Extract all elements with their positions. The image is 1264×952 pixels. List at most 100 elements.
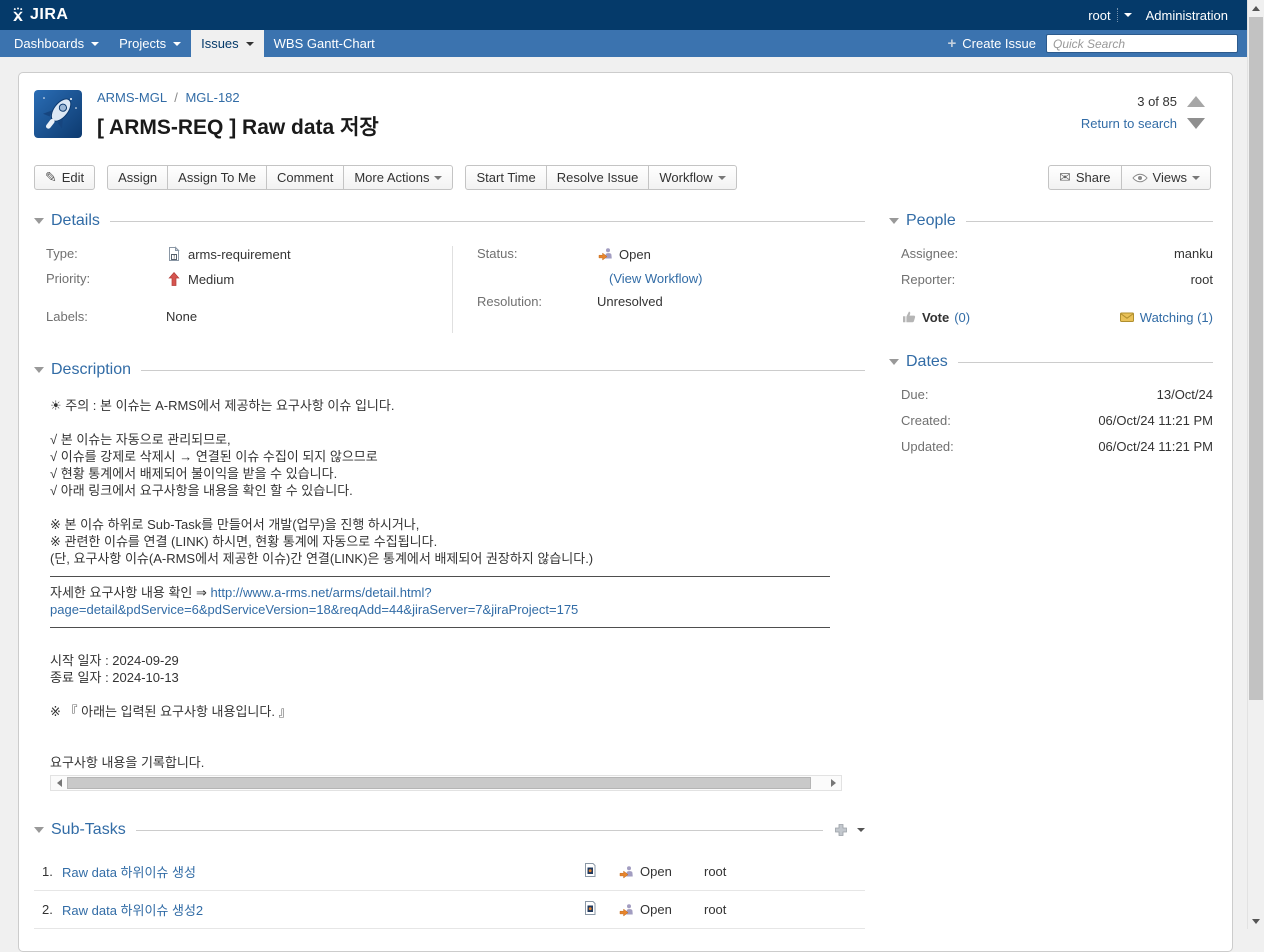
administration-link[interactable]: Administration (1146, 8, 1228, 23)
priority-value: Medium (188, 272, 234, 287)
scroll-left-arrow-icon[interactable] (51, 776, 67, 790)
dates-section-title: Dates (906, 353, 948, 371)
pager-position: 3 of 85 (1137, 94, 1177, 109)
next-issue-arrow-icon[interactable] (1187, 118, 1205, 129)
status-open-icon (597, 246, 613, 262)
created-label: Created: (901, 413, 951, 428)
vertical-scrollbar-thumb[interactable] (1249, 17, 1263, 700)
eye-icon (1132, 170, 1148, 186)
breadcrumb-separator: / (174, 90, 178, 105)
subtask-assignee: root (704, 902, 726, 917)
assign-to-me-button[interactable]: Assign To Me (167, 165, 267, 190)
edit-button[interactable]: ✎ Edit (34, 165, 95, 190)
more-actions-button[interactable]: More Actions (343, 165, 453, 190)
views-button[interactable]: Views (1121, 165, 1211, 190)
subtask-title-link[interactable]: Raw data 하위이슈 생성2 (62, 900, 582, 919)
description-horizontal-scrollbar[interactable] (50, 775, 842, 791)
nav-dashboards[interactable]: Dashboards (4, 30, 109, 57)
assignee-label: Assignee: (901, 246, 958, 261)
user-name: root (1088, 8, 1110, 23)
chevron-down-icon (1192, 176, 1200, 184)
watching-link[interactable]: Watching (1) (1119, 309, 1213, 325)
vote-link[interactable]: Vote (0) (901, 309, 970, 325)
collapse-triangle-icon[interactable] (34, 367, 44, 373)
labels-value: None (166, 309, 197, 324)
status-label: Status: (465, 246, 597, 261)
scroll-up-arrow-icon[interactable] (1248, 0, 1264, 16)
status-open-icon (618, 864, 634, 880)
description-line: 시작 일자 : 2024-09-29 (50, 652, 842, 669)
nav-label: Issues (201, 36, 239, 51)
requirement-detail-link[interactable]: http://www.a-rms.net/arms/detail.html? (211, 585, 432, 600)
edit-label: Edit (62, 170, 84, 185)
collapse-triangle-icon[interactable] (34, 827, 44, 833)
envelope-icon: ✉ (1059, 169, 1071, 186)
nav-label: WBS Gantt-Chart (274, 36, 375, 51)
nav-projects[interactable]: Projects (109, 30, 191, 57)
chevron-down-icon (246, 42, 254, 50)
thumbs-up-icon (901, 309, 917, 325)
add-subtask-plus-icon[interactable] (833, 822, 849, 838)
description-line: √ 이슈를 강제로 삭제시 → 연결된 이슈 수집이 되지 않으므로 (50, 448, 842, 465)
status-open-icon (618, 902, 634, 918)
views-label: Views (1153, 170, 1187, 185)
return-to-search-link[interactable]: Return to search (1081, 116, 1177, 131)
blank-line (50, 414, 842, 431)
status-value: Open (619, 247, 651, 262)
subtask-options-chevron-icon[interactable] (857, 828, 865, 836)
nav-wbs-gantt-chart[interactable]: WBS Gantt-Chart (264, 30, 385, 57)
subtask-number: 1. (34, 864, 62, 879)
priority-medium-icon (166, 271, 182, 287)
divider (110, 221, 865, 222)
blank-line (50, 686, 842, 703)
svg-text:I: I (173, 255, 175, 261)
create-issue-button[interactable]: + Create Issue (938, 30, 1046, 57)
horizontal-scrollbar-thumb[interactable] (67, 777, 811, 789)
start-time-button[interactable]: Start Time (465, 165, 546, 190)
breadcrumb-project-link[interactable]: ARMS-MGL (97, 90, 167, 105)
collapse-triangle-icon[interactable] (889, 359, 899, 365)
subtask-title-link[interactable]: Raw data 하위이슈 생성 (62, 862, 582, 881)
description-link-line2: page=detail&pdService=6&pdServiceVersion… (50, 601, 842, 618)
subtasks-section: Sub-Tasks 1. Raw data 하위이슈 생성 (34, 821, 865, 929)
description-line: √ 본 이슈는 자동으로 관리되므로, (50, 431, 842, 448)
created-value: 06/Oct/24 11:21 PM (1098, 413, 1213, 428)
breadcrumb-issue-link[interactable]: MGL-182 (185, 90, 239, 105)
labels-label: Labels: (34, 309, 166, 324)
nav-issues[interactable]: Issues (191, 30, 264, 57)
people-section-title: People (906, 212, 956, 230)
user-menu[interactable]: root (1088, 8, 1131, 23)
share-button[interactable]: ✉ Share (1048, 165, 1121, 190)
details-section-title: Details (51, 212, 100, 230)
page-vertical-scrollbar[interactable] (1247, 0, 1264, 929)
plus-icon: + (948, 35, 957, 52)
resolution-label: Resolution: (465, 294, 597, 309)
collapse-triangle-icon[interactable] (889, 218, 899, 224)
collapse-triangle-icon[interactable] (34, 218, 44, 224)
workflow-button-group: Start Time Resolve Issue Workflow (465, 165, 736, 190)
view-workflow-link[interactable]: (View Workflow) (609, 271, 702, 286)
spacer (385, 30, 938, 57)
assign-button[interactable]: Assign (107, 165, 168, 190)
logo-text: JIRA (30, 6, 68, 24)
comment-button[interactable]: Comment (266, 165, 344, 190)
jira-logo[interactable]: JIRA (10, 6, 68, 24)
resolution-value: Unresolved (597, 294, 663, 309)
quick-search-input[interactable] (1046, 34, 1238, 53)
scroll-down-arrow-icon[interactable] (1248, 913, 1264, 929)
vote-count: (0) (954, 310, 970, 325)
subtask-type-icon (582, 900, 598, 916)
previous-issue-arrow-icon[interactable] (1187, 96, 1205, 107)
requirement-detail-link-continued[interactable]: page=detail&pdService=6&pdServiceVersion… (50, 602, 578, 617)
subtask-number: 2. (34, 902, 62, 917)
type-label: Type: (34, 246, 166, 261)
divider (966, 221, 1213, 222)
scroll-right-arrow-icon[interactable] (825, 776, 841, 790)
resolve-issue-button[interactable]: Resolve Issue (546, 165, 650, 190)
chevron-down-icon (1124, 13, 1132, 21)
dash-divider: ————————————————————————————————————————… (50, 567, 842, 584)
issue-pager: 3 of 85 Return to search (1081, 90, 1217, 141)
subtask-assignee: root (704, 864, 726, 879)
workflow-button[interactable]: Workflow (648, 165, 736, 190)
description-line: ※ 『 아래는 입력된 요구사항 내용입니다. 』 (50, 703, 842, 720)
